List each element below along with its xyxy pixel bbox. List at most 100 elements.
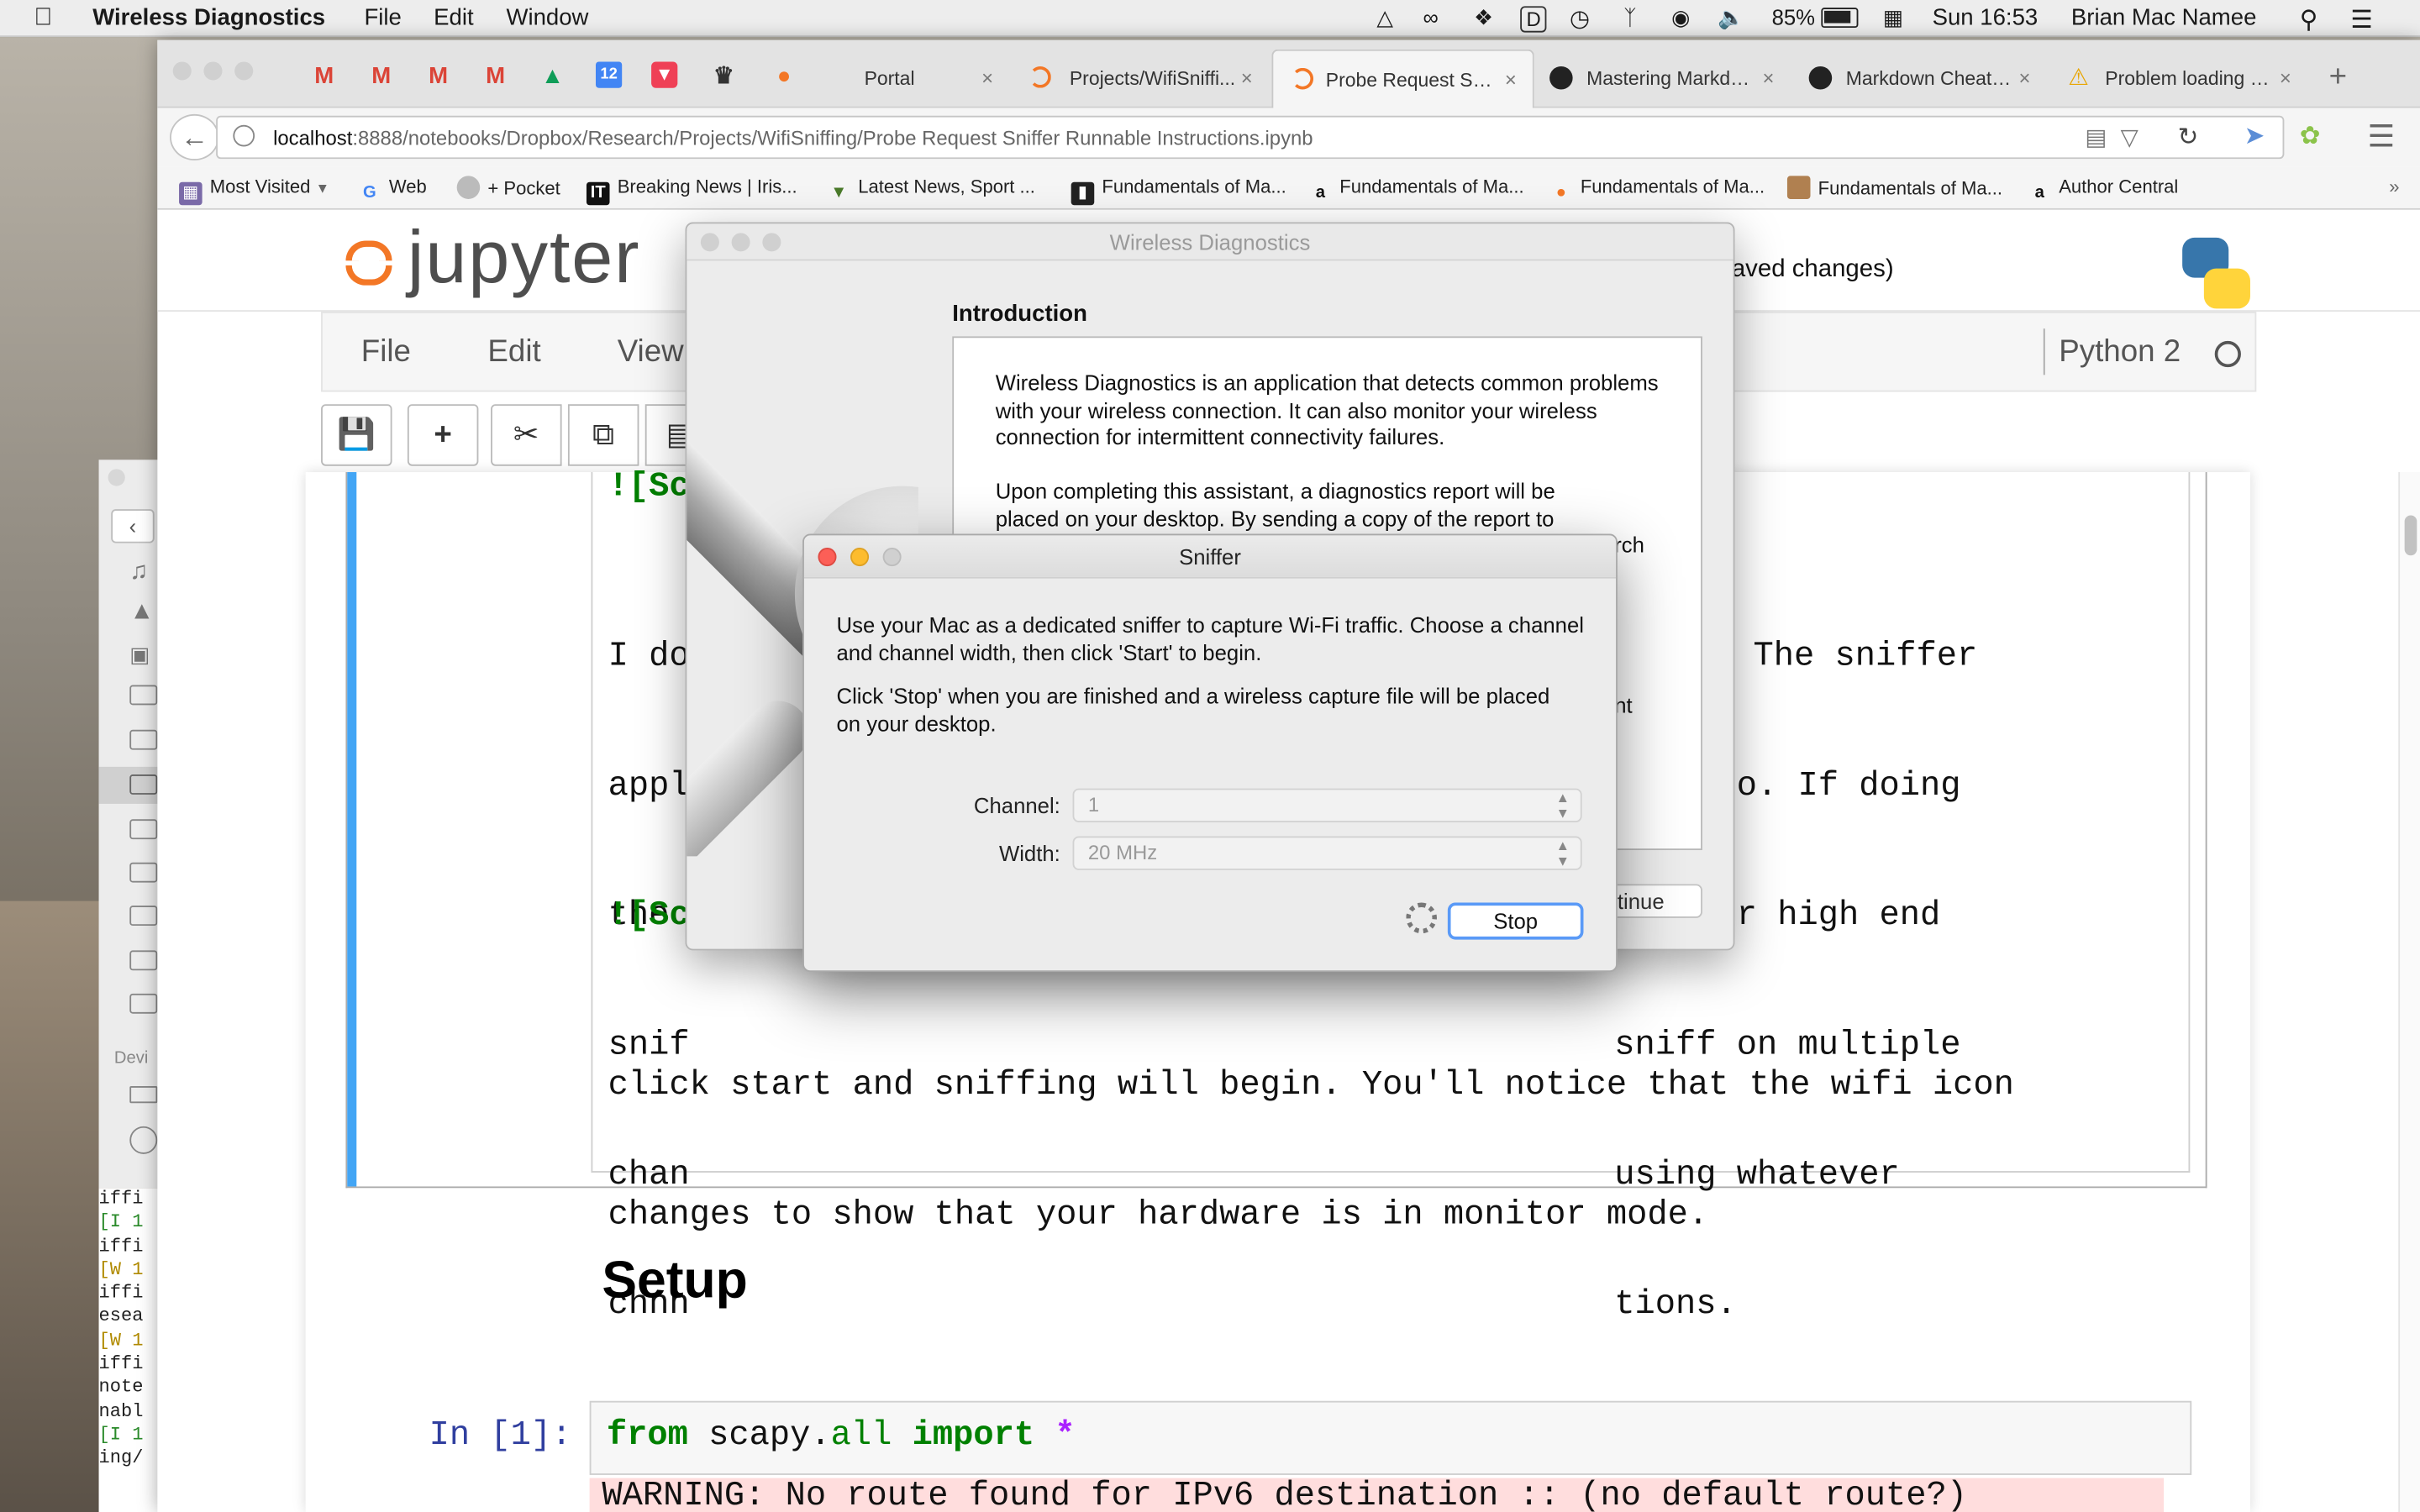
bookmark-web[interactable]: G Web	[358, 176, 427, 205]
tab-close-icon[interactable]: ×	[2018, 66, 2030, 90]
finder-back-button[interactable]: ‹	[111, 509, 155, 543]
tab-portal[interactable]: Portal ×	[837, 50, 1014, 108]
reload-icon[interactable]: ↻	[2178, 122, 2199, 153]
pocket-pinned-tab-icon[interactable]: ▼	[651, 61, 678, 88]
applications-icon[interactable]: ▲	[129, 599, 154, 627]
window-close-dot[interactable]	[172, 61, 192, 81]
user-name[interactable]: Brian Mac Namee	[2071, 5, 2256, 31]
battery-percent[interactable]: 85%	[1772, 5, 1815, 29]
volume-icon[interactable]: 🔈	[1718, 5, 1744, 31]
finder-close-dot[interactable]	[108, 469, 125, 486]
d-icon[interactable]: D	[1520, 6, 1548, 33]
drive-icon[interactable]: △	[1376, 5, 1393, 31]
bookmark-latest-news[interactable]: ▼ Latest News, Sport ...	[827, 176, 1035, 205]
bookmark-fundamentals-3[interactable]: ● Fundamentals of Ma...	[1549, 176, 1765, 205]
jupyter-logo-icon[interactable]	[343, 232, 395, 291]
tab-close-icon[interactable]: ×	[2280, 66, 2291, 90]
folder-icon[interactable]	[129, 993, 158, 1014]
bookmark-author-central[interactable]: a Author Central	[2028, 176, 2179, 205]
feed-pinned-tab-icon[interactable]: ●	[769, 61, 800, 92]
folder-icon[interactable]	[129, 950, 158, 971]
bookmark-label: Fundamentals of Ma...	[1580, 176, 1765, 198]
menu-file[interactable]: File	[364, 5, 401, 31]
gmail-pinned-tab-icon[interactable]: M	[423, 61, 454, 92]
apple-icon[interactable]: 	[34, 5, 52, 33]
github-icon	[1808, 66, 1833, 90]
book-icon: ▮	[1071, 181, 1095, 206]
time-machine-icon[interactable]: ◷	[1570, 5, 1590, 32]
insert-cell-button[interactable]: +	[407, 404, 479, 466]
extension-icon[interactable]: ➤	[2244, 120, 2265, 151]
scrollbar-thumb[interactable]	[2404, 515, 2417, 556]
window-zoom-dot[interactable]	[234, 61, 254, 81]
save-button[interactable]: 💾	[321, 404, 392, 466]
folder-icon[interactable]	[129, 819, 158, 840]
app-name-menu[interactable]: Wireless Diagnostics	[92, 5, 325, 31]
wifi-monitor-icon[interactable]: ◉	[1671, 5, 1690, 31]
bookmark-breaking-news[interactable]: IT Breaking News | Iris...	[586, 176, 797, 206]
code-cell[interactable]: from scapy.all import *	[589, 1400, 2192, 1475]
bluetooth-icon[interactable]: ᛉ	[1623, 5, 1636, 29]
menu-edit[interactable]: Edit	[434, 5, 473, 31]
pictures-icon[interactable]: ▣	[129, 642, 150, 668]
reader-view-icon[interactable]: ▤	[2085, 123, 2107, 151]
tab-probe-request[interactable]: Probe Request Sni... ×	[1271, 49, 1534, 108]
google-drive-pinned-tab-icon[interactable]: ▲	[537, 61, 568, 92]
battery-icon[interactable]	[1821, 8, 1859, 29]
disc-icon[interactable]	[129, 1126, 158, 1154]
hamburger-menu-icon[interactable]: ☰	[2368, 118, 2396, 156]
dropbox-icon[interactable]: ❖	[1474, 5, 1493, 31]
tab-close-icon[interactable]: ×	[981, 66, 993, 90]
clock[interactable]: Sun 16:53	[1933, 5, 2039, 31]
notification-center-icon[interactable]: ☰	[2350, 5, 2372, 36]
bookmark-fundamentals-4[interactable]: Fundamentals of Ma...	[1786, 176, 2002, 199]
tab-markdown-cheatsheet[interactable]: Markdown Cheats... ×	[1800, 50, 2060, 108]
tab-close-icon[interactable]: ×	[1241, 66, 1253, 90]
window-minimize-dot[interactable]	[203, 61, 223, 81]
spotlight-icon[interactable]: ⚲	[2300, 5, 2318, 36]
page-scrollbar[interactable]	[2398, 472, 2420, 1512]
owl-pinned-tab-icon[interactable]: ♛	[708, 61, 739, 92]
bookmark-pocket[interactable]: + Pocket	[456, 176, 560, 199]
folder-icon[interactable]	[129, 729, 158, 750]
tab-close-icon[interactable]: ×	[1763, 66, 1775, 90]
width-select[interactable]: 20 MHz ▲ ▼	[1072, 836, 1582, 870]
jupyter-menu-edit[interactable]: Edit	[487, 335, 540, 370]
tab-projects[interactable]: Projects/WifiSniffi... ×	[1017, 50, 1271, 108]
folder-icon[interactable]	[129, 862, 158, 883]
gmail-pinned-tab-icon[interactable]: M	[480, 61, 511, 92]
tab-close-icon[interactable]: ×	[1505, 68, 1517, 92]
folder-icon[interactable]	[129, 906, 158, 927]
jupyter-logo-text[interactable]: jupyter	[408, 216, 640, 301]
computer-icon[interactable]	[129, 1086, 158, 1104]
tab-title: Problem loading p...	[2105, 67, 2272, 90]
music-icon[interactable]: ♫	[129, 559, 148, 586]
pocket-save-icon[interactable]: ▽	[2121, 123, 2139, 151]
stop-button[interactable]: Stop	[1447, 902, 1584, 940]
bookmark-fundamentals-2[interactable]: a Fundamentals of Ma...	[1309, 176, 1524, 205]
new-tab-button[interactable]: +	[2329, 61, 2347, 92]
tab-mastering-markdown[interactable]: Mastering Markdo... ×	[1537, 50, 1797, 108]
copy-button[interactable]: ⧉	[567, 404, 639, 466]
gmail-pinned-tab-icon[interactable]: M	[308, 61, 339, 92]
calendar-pinned-tab-icon[interactable]: 12	[595, 61, 623, 88]
cut-button[interactable]: ✂	[491, 404, 562, 466]
finder-selected-row[interactable]	[98, 766, 161, 804]
bookmark-most-visited[interactable]: ▦ Most Visited ▼	[179, 176, 329, 206]
terminal-line: [W 1	[98, 1258, 144, 1281]
channel-select[interactable]: 1 ▲ ▼	[1072, 788, 1582, 822]
jupyter-menu-file[interactable]: File	[361, 335, 411, 370]
url-field[interactable]: localhost:8888/notebooks/Dropbox/Researc…	[216, 115, 2285, 160]
tab-problem-loading[interactable]: ⚠ Problem loading p... ×	[2062, 50, 2309, 108]
evernote-icon[interactable]: ✿	[2300, 120, 2321, 151]
jupyter-menu-view[interactable]: View	[618, 335, 684, 370]
gmail-pinned-tab-icon[interactable]: M	[366, 61, 397, 92]
divider	[2043, 328, 2045, 375]
back-button[interactable]: ←	[170, 113, 219, 161]
bookmark-fundamentals-1[interactable]: ▮ Fundamentals of Ma...	[1071, 176, 1286, 206]
menu-window[interactable]: Window	[506, 5, 588, 31]
calendar-icon[interactable]: ▦	[1883, 5, 1903, 31]
folder-icon[interactable]	[129, 685, 158, 706]
cc-icon[interactable]: ∞	[1423, 5, 1438, 29]
bookmarks-overflow-icon[interactable]: »	[2389, 176, 2399, 197]
